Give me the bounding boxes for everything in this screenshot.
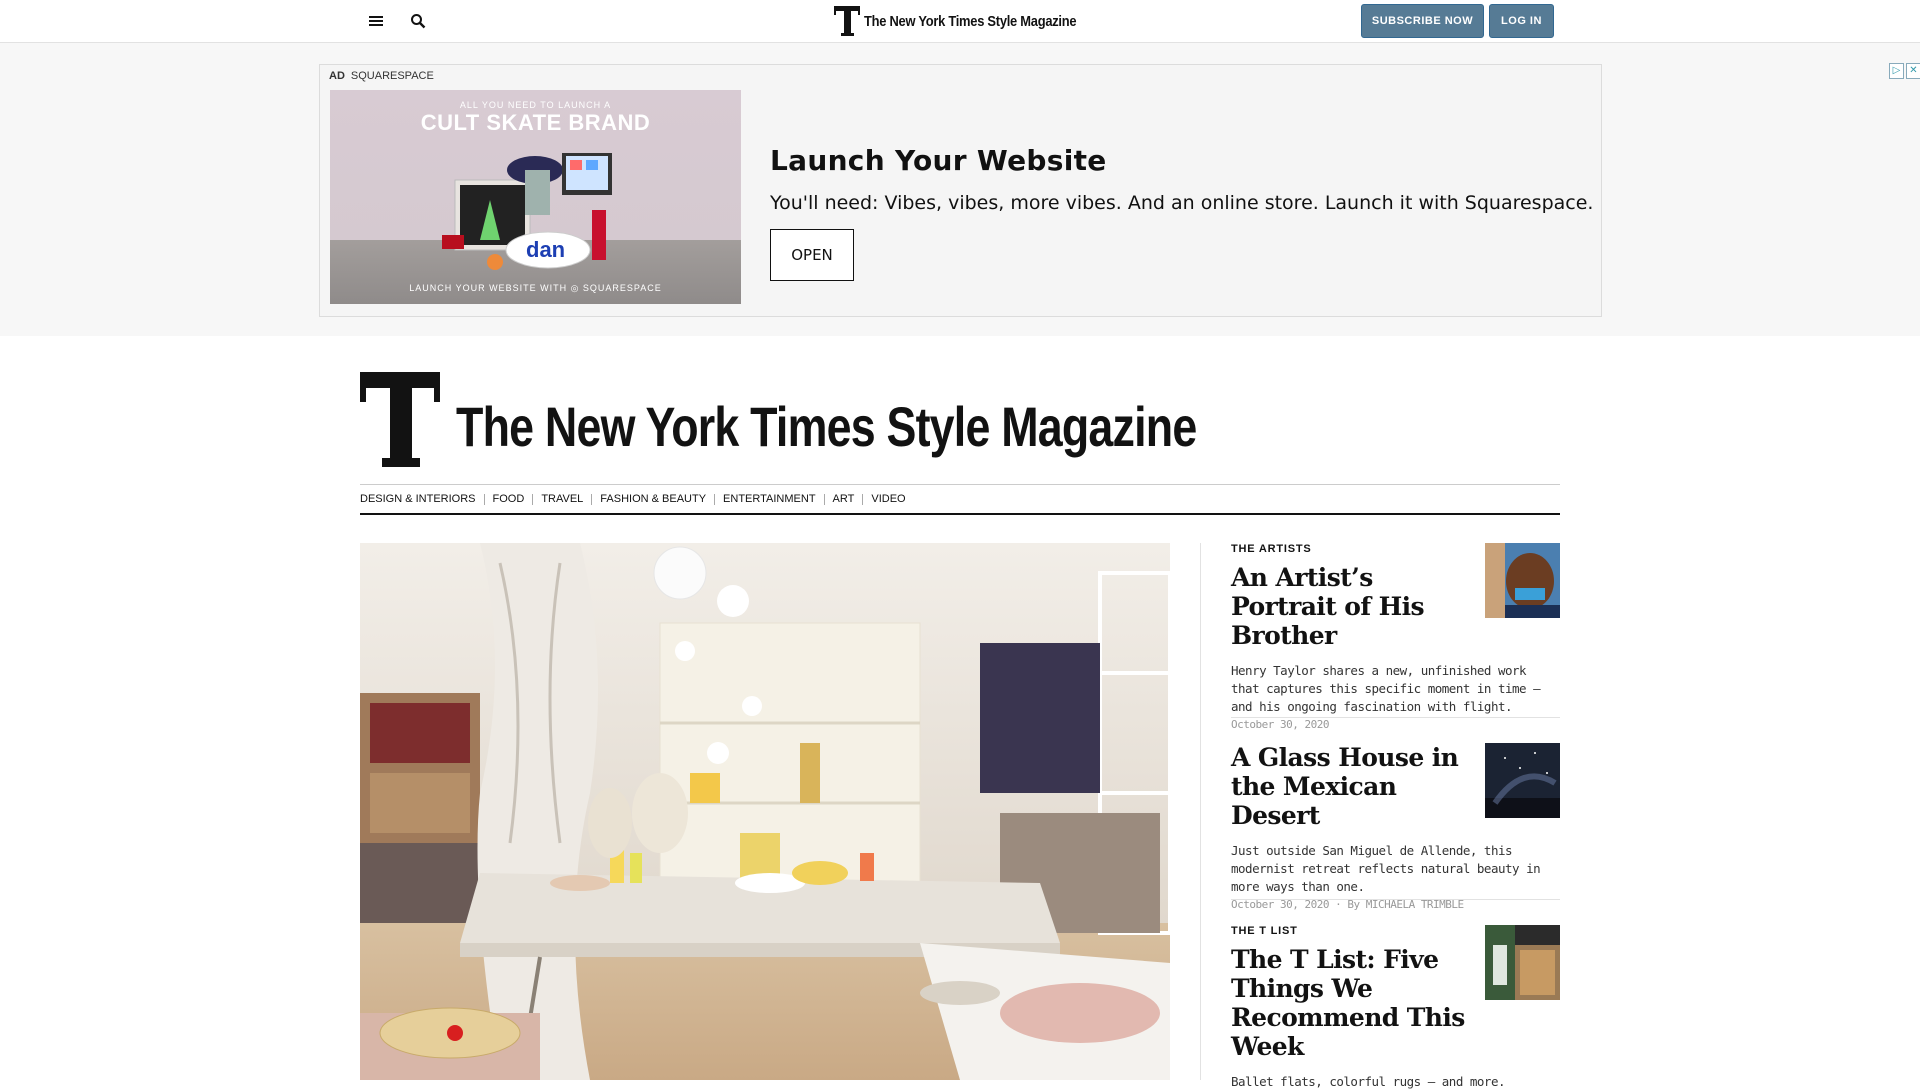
nav-item-design-interiors[interactable]: DESIGN & INTERIORS	[360, 493, 485, 505]
ad-sponsor: SQUARESPACE	[350, 70, 434, 82]
ad-product-illustration: dan	[442, 153, 612, 270]
hero-image[interactable]	[360, 543, 1170, 1080]
svg-text:dan: dan	[526, 237, 565, 262]
ad-copy: You'll need: Vibes, vibes, more vibes. A…	[770, 192, 1594, 214]
column-divider	[1200, 543, 1201, 1080]
story-thumbnail[interactable]	[1485, 925, 1560, 1000]
subscribe-button[interactable]: SUBSCRIBE NOW	[1361, 4, 1484, 38]
story-summary: Ballet flats, colorful rugs — and more.	[1231, 1074, 1506, 1089]
search-icon[interactable]	[406, 9, 430, 33]
story-separator	[1231, 899, 1560, 900]
story-headline[interactable]: A Glass House in the Mexican Desert	[1231, 743, 1476, 830]
menu-icon[interactable]	[364, 9, 388, 33]
story-summary: Just outside San Miguel de Allende, this…	[1231, 843, 1541, 894]
nav-item-entertainment[interactable]: ENTERTAINMENT	[715, 493, 825, 505]
ad-choices[interactable]: ▷ ✕	[1889, 63, 1920, 79]
nav-item-travel[interactable]: TRAVEL	[533, 493, 593, 505]
ad-title[interactable]: Launch Your Website	[770, 144, 1107, 177]
story-summary: Henry Taylor shares a new, unfinished wo…	[1231, 663, 1541, 714]
close-icon[interactable]: ✕	[1906, 63, 1920, 79]
nav-item-art[interactable]: ART	[825, 493, 864, 505]
story-headline[interactable]: An Artist’s Portrait of His Brother	[1231, 563, 1476, 650]
story-thumbnail[interactable]	[1485, 543, 1560, 618]
login-button[interactable]: LOG IN	[1489, 4, 1554, 38]
masthead-title: The New York Times Style Magazine	[456, 395, 1197, 458]
top-bar: The New York Times Style Magazine SUBSCR…	[0, 0, 1920, 43]
story-separator	[1231, 717, 1560, 718]
brand-logo-link[interactable]: The New York Times Style Magazine	[834, 6, 1111, 36]
nav-item-video[interactable]: VIDEO	[863, 493, 913, 505]
ad-image[interactable]: ALL YOU NEED TO LAUNCH A CULT SKATE BRAN…	[330, 90, 741, 304]
story-date: October 30, 2020	[1231, 718, 1329, 731]
adchoices-icon[interactable]: ▷	[1889, 63, 1904, 79]
t-logo-icon	[834, 6, 860, 36]
ad-image-footer: LAUNCH YOUR WEBSITE WITH ◎ SQUARESPACE	[409, 283, 662, 293]
ad-marker: AD	[329, 70, 345, 82]
section-nav: DESIGN & INTERIORS FOOD TRAVEL FASHION &…	[360, 484, 1560, 515]
nav-item-fashion-beauty[interactable]: FASHION & BEAUTY	[592, 493, 716, 505]
story-thumbnail[interactable]	[1485, 743, 1560, 818]
masthead[interactable]: The New York Times Style Magazine	[360, 372, 1197, 467]
brand-name: The New York Times Style Magazine	[864, 12, 1077, 30]
t-logo-icon	[360, 372, 440, 467]
ad-open-button[interactable]: OPEN	[770, 229, 854, 281]
ad-label: AD SQUARESPACE	[329, 70, 434, 82]
nav-item-food[interactable]: FOOD	[485, 493, 534, 505]
story-headline[interactable]: The T List: Five Things We Recommend Thi…	[1231, 945, 1476, 1061]
